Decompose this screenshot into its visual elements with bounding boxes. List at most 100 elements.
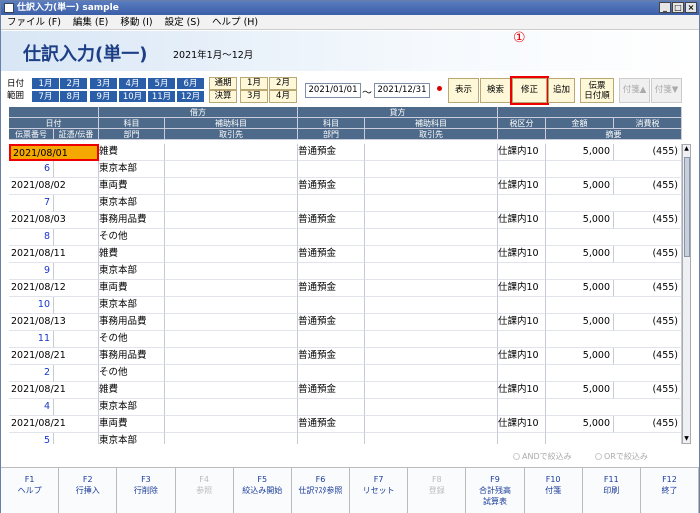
fkey-f7-button[interactable]: F7 リセット bbox=[350, 468, 409, 513]
tax-cell[interactable]: (455) bbox=[614, 246, 682, 263]
credit-sub-account-cell[interactable] bbox=[365, 246, 498, 263]
credit-sub-account-cell[interactable] bbox=[365, 144, 498, 161]
credit-sub-account-cell[interactable] bbox=[365, 280, 498, 297]
date-cell[interactable]: 2021/08/13 bbox=[9, 314, 99, 331]
debit-sub-account-cell[interactable] bbox=[165, 348, 298, 365]
date-to-input[interactable]: 2021/12/31 bbox=[374, 83, 430, 98]
debit-sub-account-cell[interactable] bbox=[165, 382, 298, 399]
debit-dept-cell[interactable]: その他 bbox=[99, 331, 165, 348]
credit-partner-cell[interactable] bbox=[365, 195, 498, 212]
voucher-no-cell[interactable]: 6 bbox=[9, 161, 54, 178]
cert-cell[interactable] bbox=[54, 433, 99, 444]
add-button[interactable]: 追加 bbox=[548, 78, 575, 103]
voucher-no-cell[interactable]: 8 bbox=[9, 229, 54, 246]
date-cell[interactable]: 2021/08/11 bbox=[9, 246, 99, 263]
minimize-button[interactable]: _ bbox=[659, 2, 671, 13]
fkey-f3-button[interactable]: F3 行削除 bbox=[117, 468, 176, 513]
date-cell[interactable]: 2021/08/02 bbox=[9, 178, 99, 195]
credit-partner-cell[interactable] bbox=[365, 229, 498, 246]
month-3[interactable]: 3月 bbox=[89, 77, 118, 90]
credit-partner-cell[interactable] bbox=[365, 365, 498, 382]
journal-entry[interactable]: 2021/08/21 雑費 普通預金 仕課内10 5,000 (455) 4 東京本部 bbox=[9, 382, 682, 416]
voucher-no-cell[interactable]: 5 bbox=[9, 433, 54, 444]
tax-cell[interactable]: (455) bbox=[614, 314, 682, 331]
menu-move[interactable]: 移動 (I) bbox=[120, 15, 152, 29]
tax-cell[interactable]: (455) bbox=[614, 212, 682, 229]
month-1[interactable]: 1月 bbox=[31, 77, 60, 90]
credit-dept-cell[interactable] bbox=[298, 161, 365, 178]
debit-partner-cell[interactable] bbox=[165, 365, 298, 382]
fkey-f12-button[interactable]: F12 終了 bbox=[640, 468, 700, 513]
voucher-no-cell[interactable]: 2 bbox=[9, 365, 54, 382]
cert-cell[interactable] bbox=[54, 161, 99, 178]
tax-class-cell[interactable]: 仕課内10 bbox=[498, 144, 546, 161]
tax-class-cell[interactable]: 仕課内10 bbox=[498, 178, 546, 195]
summary-cell[interactable] bbox=[546, 365, 682, 382]
tax-cell[interactable]: (455) bbox=[614, 382, 682, 399]
summary-cell[interactable] bbox=[546, 331, 682, 348]
credit-dept-cell[interactable] bbox=[298, 297, 365, 314]
debit-account-cell[interactable]: 事務用品費 bbox=[99, 348, 165, 365]
month-6[interactable]: 6月 bbox=[176, 77, 205, 90]
credit-account-cell[interactable]: 普通預金 bbox=[298, 178, 365, 195]
credit-account-cell[interactable]: 普通預金 bbox=[298, 348, 365, 365]
journal-entry[interactable]: 2021/08/01 雑費 普通預金 仕課内10 5,000 (455) 6 東京本部 bbox=[9, 144, 682, 178]
month-5[interactable]: 5月 bbox=[147, 77, 176, 90]
debit-partner-cell[interactable] bbox=[165, 229, 298, 246]
journal-entry[interactable]: 2021/08/12 車両費 普通預金 仕課内10 5,000 (455) 10 東京本部 bbox=[9, 280, 682, 314]
tax-class-cell[interactable]: 仕課内10 bbox=[498, 280, 546, 297]
scroll-up-icon[interactable]: ▲ bbox=[683, 145, 690, 153]
debit-sub-account-cell[interactable] bbox=[165, 144, 298, 161]
amount-cell[interactable]: 5,000 bbox=[546, 416, 614, 433]
menu-help[interactable]: ヘルプ (H) bbox=[212, 15, 258, 29]
debit-sub-account-cell[interactable] bbox=[165, 246, 298, 263]
voucher-no-cell[interactable]: 10 bbox=[9, 297, 54, 314]
month-4[interactable]: 4月 bbox=[118, 77, 147, 90]
amount-cell[interactable]: 5,000 bbox=[546, 144, 614, 161]
close-button[interactable]: × bbox=[685, 2, 697, 13]
or-filter-radio[interactable]: ORで絞込み bbox=[595, 451, 648, 462]
cert-cell[interactable] bbox=[54, 331, 99, 348]
debit-dept-cell[interactable]: 東京本部 bbox=[99, 297, 165, 314]
scroll-down-icon[interactable]: ▼ bbox=[683, 435, 690, 443]
debit-partner-cell[interactable] bbox=[165, 263, 298, 280]
menu-edit[interactable]: 編集 (E) bbox=[73, 15, 108, 29]
summary-cell[interactable] bbox=[546, 263, 682, 280]
debit-sub-account-cell[interactable] bbox=[165, 314, 298, 331]
credit-sub-account-cell[interactable] bbox=[365, 178, 498, 195]
date-cell[interactable]: 2021/08/21 bbox=[9, 382, 99, 399]
debit-account-cell[interactable]: 雑費 bbox=[99, 246, 165, 263]
full-year-button[interactable]: 通期 bbox=[209, 77, 237, 90]
summary-cell[interactable] bbox=[546, 297, 682, 314]
voucher-no-cell[interactable]: 4 bbox=[9, 399, 54, 416]
credit-dept-cell[interactable] bbox=[298, 399, 365, 416]
tag-up-button[interactable]: 付箋▲ bbox=[619, 78, 650, 103]
debit-dept-cell[interactable]: 東京本部 bbox=[99, 433, 165, 444]
closing-button[interactable]: 決算 bbox=[209, 90, 237, 103]
month-11[interactable]: 11月 bbox=[147, 90, 176, 103]
summary-cell[interactable] bbox=[546, 433, 682, 444]
date-cell[interactable]: 2021/08/12 bbox=[9, 280, 99, 297]
amount-cell[interactable]: 5,000 bbox=[546, 348, 614, 365]
and-filter-radio[interactable]: ANDで絞込み bbox=[513, 451, 572, 462]
show-button[interactable]: 表示 bbox=[448, 78, 479, 103]
credit-partner-cell[interactable] bbox=[365, 399, 498, 416]
extra-month-4[interactable]: 4月 bbox=[269, 90, 297, 103]
debit-account-cell[interactable]: 車両費 bbox=[99, 178, 165, 195]
tax-class-cell[interactable]: 仕課内10 bbox=[498, 212, 546, 229]
fkey-f6-button[interactable]: F6 仕訳ﾏｽﾀ参照 bbox=[291, 468, 351, 513]
debit-dept-cell[interactable]: 東京本部 bbox=[99, 195, 165, 212]
debit-account-cell[interactable]: 事務用品費 bbox=[99, 314, 165, 331]
journal-entry[interactable]: 2021/08/21 事務用品費 普通預金 仕課内10 5,000 (455) 2 その他 bbox=[9, 348, 682, 382]
tax-cell[interactable]: (455) bbox=[614, 178, 682, 195]
cert-cell[interactable] bbox=[54, 195, 99, 212]
credit-dept-cell[interactable] bbox=[298, 365, 365, 382]
fkey-f11-button[interactable]: F11 印刷 bbox=[582, 468, 641, 513]
month-12[interactable]: 12月 bbox=[176, 90, 205, 103]
debit-sub-account-cell[interactable] bbox=[165, 416, 298, 433]
credit-account-cell[interactable]: 普通預金 bbox=[298, 246, 365, 263]
debit-sub-account-cell[interactable] bbox=[165, 178, 298, 195]
journal-entry[interactable]: 2021/08/02 車両費 普通預金 仕課内10 5,000 (455) 7 東京本部 bbox=[9, 178, 682, 212]
tax-class-cell[interactable]: 仕課内10 bbox=[498, 314, 546, 331]
cert-cell[interactable] bbox=[54, 297, 99, 314]
